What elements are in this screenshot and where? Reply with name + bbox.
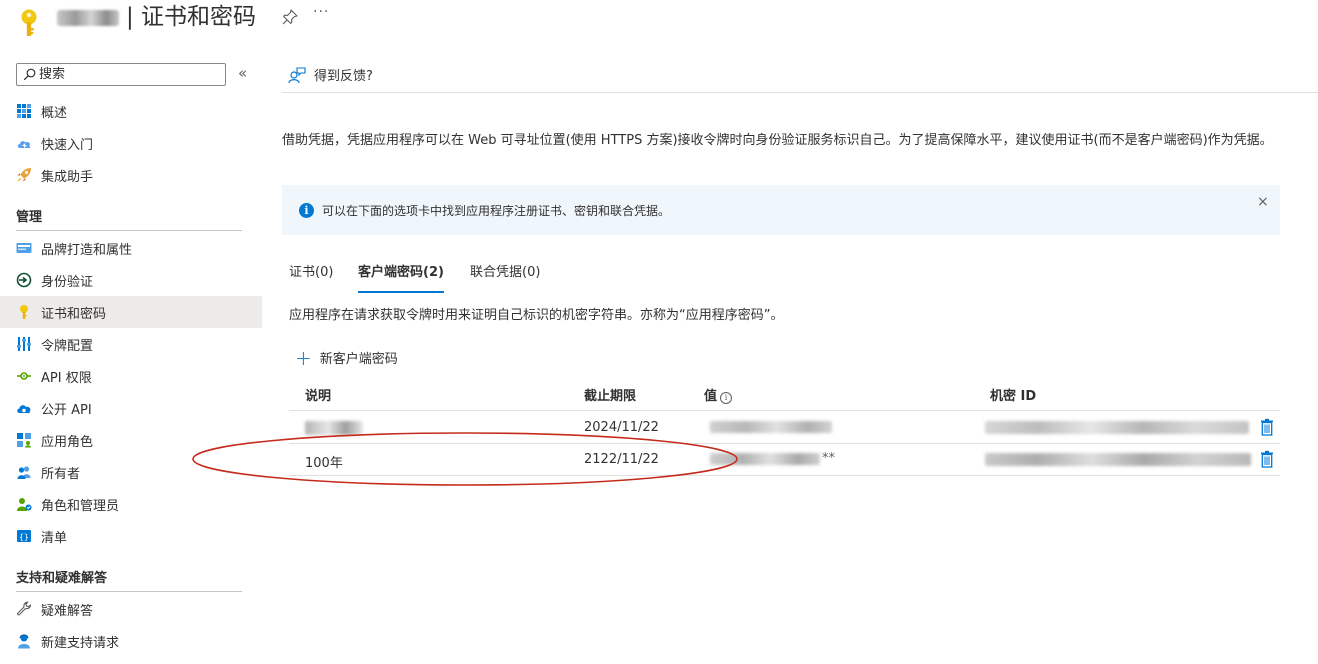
sidebar-item-label: 应用角色: [41, 434, 94, 450]
sidebar-item-troubleshooting[interactable]: 疑难解答: [0, 593, 262, 625]
branding-icon: [16, 243, 32, 253]
sidebar: « 概述 快速入门 集成助手 管理 品牌打造和属性: [0, 56, 262, 664]
sidebar-item-label: 品牌打造和属性: [41, 242, 133, 258]
sidebar-item-authentication[interactable]: 身份验证: [0, 264, 262, 296]
overview-grid-icon: [17, 104, 31, 118]
title-bar: | 证书和密码 ···: [0, 0, 1318, 44]
wrench-icon: [16, 601, 32, 616]
info-icon: i: [299, 203, 314, 218]
sidebar-item-roles-administrators[interactable]: 角色和管理员: [0, 488, 262, 520]
sidebar-item-token-configuration[interactable]: 令牌配置: [0, 328, 262, 360]
app-roles-icon: [17, 433, 31, 448]
table-row: 100年 2122/11/22 **: [289, 444, 1280, 476]
sidebar-item-api-permissions[interactable]: API 权限: [0, 360, 262, 392]
column-header-description[interactable]: 说明: [305, 385, 331, 404]
secret-id-redacted: [985, 421, 1249, 434]
tab-certificates[interactable]: 证书(0): [289, 263, 333, 293]
delete-icon[interactable]: [1260, 418, 1274, 436]
sidebar-item-label: API 权限: [41, 370, 92, 386]
credentials-description: 借助凭据，凭据应用程序可以在 Web 可寻址位置(使用 HTTPS 方案)接收令…: [282, 133, 1273, 148]
expires-cell: 2122/11/22: [584, 452, 659, 467]
api-permissions-icon: [17, 372, 31, 380]
description-cell: 100年: [305, 456, 343, 471]
roles-admins-icon: [17, 498, 32, 511]
support-request-icon: [18, 634, 30, 649]
sidebar-item-label: 疑难解答: [41, 603, 94, 619]
sidebar-item-label: 角色和管理员: [41, 498, 120, 514]
value-mask-suffix: **: [822, 451, 835, 466]
expires-cell: 2024/11/22: [584, 420, 659, 435]
new-client-secret-button[interactable]: + 新客户端密码: [295, 345, 398, 370]
cloud-quickstart-icon: [17, 141, 31, 149]
sidebar-item-label: 令牌配置: [41, 338, 94, 354]
client-secrets-description: 应用程序在请求获取令牌时用来证明自己标识的机密字符串。亦称为“应用程序密码”。: [289, 308, 784, 323]
sidebar-item-label: 集成助手: [41, 169, 94, 185]
sidebar-item-new-support-request[interactable]: 新建支持请求: [0, 625, 262, 657]
sidebar-item-expose-api[interactable]: 公开 API: [0, 392, 262, 424]
section-support-heading: 支持和疑难解答: [16, 571, 108, 586]
main-content: 得到反馈? 借助凭据，凭据应用程序可以在 Web 可寻址位置(使用 HTTPS …: [282, 56, 1318, 664]
expose-api-icon: [17, 405, 31, 414]
tab-client-secrets[interactable]: 客户端密码(2): [358, 263, 444, 293]
value-redacted: [710, 453, 820, 465]
sidebar-item-owners[interactable]: 所有者: [0, 456, 262, 488]
feedback-button[interactable]: 得到反馈?: [288, 65, 373, 84]
sidebar-item-label: 身份验证: [41, 274, 94, 290]
sidebar-item-integration-assistant[interactable]: 集成助手: [0, 159, 262, 191]
search-icon: [23, 68, 36, 81]
search-box[interactable]: [16, 63, 226, 86]
sidebar-item-manifest[interactable]: {} 清单: [0, 520, 262, 552]
sidebar-item-label: 新建支持请求: [41, 635, 120, 651]
page-title: | 证书和密码: [126, 4, 257, 30]
command-bar: 得到反馈?: [282, 56, 1318, 93]
info-icon[interactable]: i: [720, 392, 733, 404]
app-name-redacted: [57, 10, 119, 26]
sidebar-item-certificates-secrets[interactable]: 证书和密码: [0, 296, 262, 328]
sidebar-item-label: 公开 API: [41, 402, 92, 418]
sidebar-item-overview[interactable]: 概述: [0, 95, 262, 127]
svg-text:{}: {}: [19, 533, 29, 542]
new-client-secret-label: 新客户端密码: [319, 352, 398, 367]
sidebar-item-app-roles[interactable]: 应用角色: [0, 424, 262, 456]
column-header-secret-id[interactable]: 机密 ID: [990, 385, 1036, 404]
tab-federated-credentials[interactable]: 联合凭据(0): [470, 263, 540, 293]
collapse-sidebar-icon[interactable]: «: [238, 64, 247, 82]
table-header: 说明 截止期限 值i 机密 ID: [289, 376, 1280, 411]
table-row: 2024/11/22: [289, 412, 1280, 444]
sidebar-item-label: 清单: [41, 530, 68, 546]
key-icon: [21, 9, 37, 36]
column-header-expires[interactable]: 截止期限: [584, 385, 636, 404]
description-redacted: [305, 421, 363, 435]
pin-icon[interactable]: [281, 8, 299, 26]
search-input[interactable]: [39, 65, 219, 84]
key-icon: [20, 305, 28, 319]
rocket-icon: [17, 168, 31, 182]
sidebar-item-label: 所有者: [41, 466, 81, 482]
plus-icon: +: [295, 345, 312, 370]
sidebar-item-branding[interactable]: 品牌打造和属性: [0, 232, 262, 264]
owners-icon: [17, 466, 31, 479]
section-divider: [16, 230, 242, 231]
value-redacted: [710, 421, 832, 433]
authentication-icon: [16, 272, 32, 288]
manifest-icon: {}: [17, 530, 31, 542]
secret-id-redacted: [985, 453, 1251, 466]
close-icon[interactable]: ×: [1257, 194, 1269, 210]
delete-icon[interactable]: [1260, 450, 1274, 468]
column-header-value-label[interactable]: 值: [704, 389, 717, 404]
sidebar-item-quickstart[interactable]: 快速入门: [0, 127, 262, 159]
sidebar-item-label: 快速入门: [41, 137, 94, 153]
section-manage-heading: 管理: [16, 210, 43, 225]
token-config-icon: [17, 337, 31, 351]
feedback-label: 得到反馈?: [314, 69, 373, 84]
info-banner-text: 可以在下面的选项卡中找到应用程序注册证书、密钥和联合凭据。: [322, 204, 671, 218]
column-header-value: 值i: [704, 385, 733, 404]
sidebar-item-label: 概述: [41, 105, 68, 121]
section-divider: [16, 591, 242, 592]
info-banner: i 可以在下面的选项卡中找到应用程序注册证书、密钥和联合凭据。 ×: [282, 185, 1280, 235]
feedback-person-icon: [288, 66, 306, 83]
more-icon[interactable]: ···: [313, 4, 329, 20]
sidebar-item-label: 证书和密码: [41, 306, 107, 322]
